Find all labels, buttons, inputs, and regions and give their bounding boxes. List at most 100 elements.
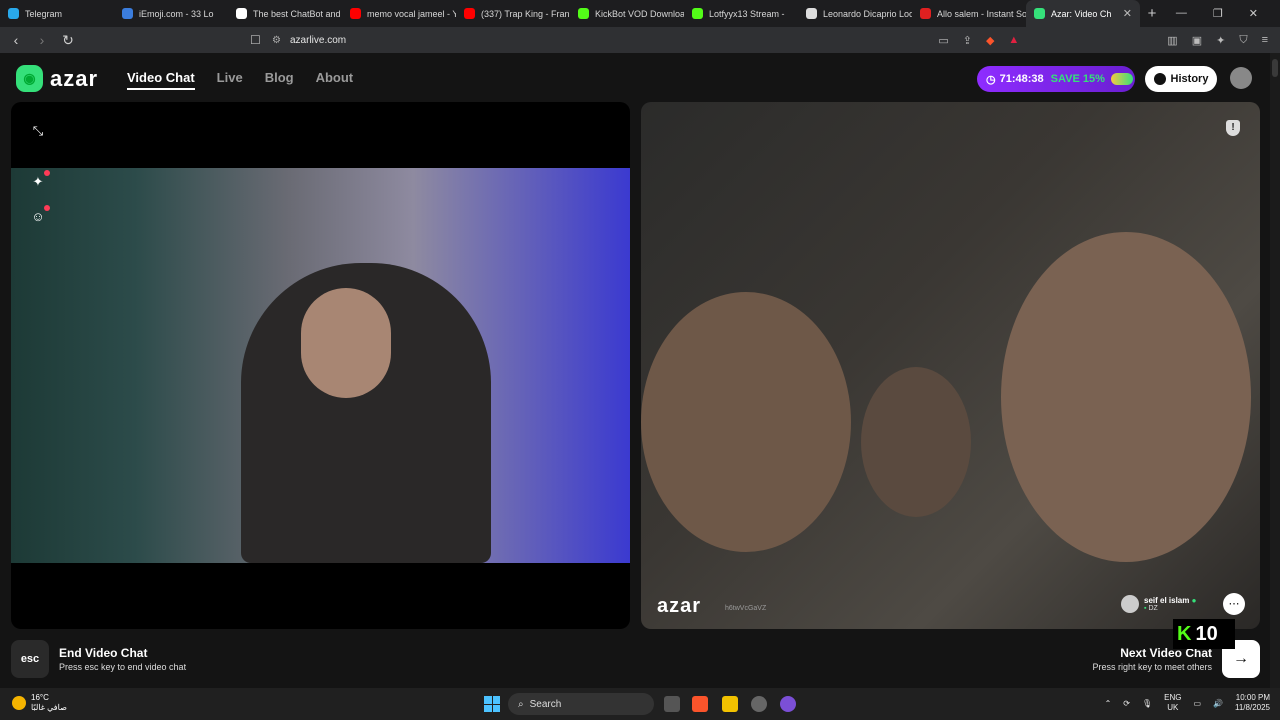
- brave-shield-icon[interactable]: ◆: [986, 34, 994, 47]
- partner-info[interactable]: seif el islam ● ▪ DZ: [1121, 595, 1196, 613]
- scrollbar-thumb[interactable]: [1272, 59, 1278, 77]
- partner-avatar: [1121, 595, 1139, 613]
- browser-tab[interactable]: The best ChatBot and: [228, 0, 342, 27]
- minimize-icon[interactable]: —: [1176, 7, 1187, 20]
- system-tray: ⌃ ⟳ 🎙 ENG UK ▭ 🔊 10:00 PM 11/8/2025: [1105, 693, 1270, 713]
- toolbar-icons: ▭ ⇪ ◆ ▲ ▥ ▣ ✦ ⛉ ≡: [938, 27, 1268, 53]
- tab-favicon-icon: [464, 8, 475, 19]
- effects-notification-dot: [44, 170, 50, 176]
- browser-tab-bar: Telegram iEmoji.com - 33 Lo The best ChatB…: [0, 0, 1280, 27]
- weather-icon: [12, 696, 26, 710]
- rewards-icon[interactable]: ▲: [1008, 34, 1019, 46]
- effects-icon[interactable]: ✦: [30, 174, 46, 190]
- azar-logo[interactable]: ◉ azar: [16, 65, 98, 92]
- forward-icon[interactable]: ›: [32, 32, 52, 48]
- promo-timer-button[interactable]: ◷ 71:48:38 SAVE 15%: [977, 66, 1135, 92]
- sync-icon[interactable]: ⟳: [1123, 699, 1130, 708]
- tab-title: Lotfyyx13 Stream -: [709, 8, 785, 19]
- minimize-video-icon[interactable]: ⤡: [30, 123, 46, 139]
- tray-overflow-icon[interactable]: ⌃: [1105, 699, 1112, 708]
- reload-icon[interactable]: ↻: [58, 32, 78, 49]
- clock-time: 10:00 PM: [1235, 693, 1270, 702]
- nav-about[interactable]: About: [316, 70, 354, 90]
- kick-overlay: K 10: [1173, 619, 1235, 649]
- self-face-shape: [301, 288, 391, 398]
- chat-button[interactable]: ⋯: [1223, 593, 1245, 615]
- browser-tab[interactable]: Lotfyyx13 Stream -: [684, 0, 798, 27]
- vpn-icon[interactable]: ⛉: [1239, 34, 1247, 47]
- taskbar-search[interactable]: ⌕ Search: [508, 693, 654, 715]
- tab-favicon-icon: [1034, 8, 1045, 19]
- leo-icon[interactable]: ✦: [1216, 34, 1225, 47]
- brave-app-icon[interactable]: [692, 696, 708, 712]
- page-scrollbar[interactable]: [1270, 53, 1280, 688]
- mask-notification-dot: [44, 205, 50, 211]
- partner-face-right: [1001, 232, 1251, 562]
- site-info-icon[interactable]: ⚙: [272, 35, 290, 46]
- mask-icon[interactable]: ☺: [30, 209, 46, 225]
- volume-icon[interactable]: 🔊: [1213, 699, 1223, 708]
- browser-tab[interactable]: (337) Trap King - Frank: [456, 0, 570, 27]
- bookmark-icon[interactable]: ☐: [250, 33, 272, 47]
- search-label: Search: [529, 698, 562, 710]
- clock[interactable]: 10:00 PM 11/8/2025: [1235, 693, 1270, 713]
- partner-face-center: [861, 367, 971, 517]
- cast-icon[interactable]: ▭: [938, 34, 948, 47]
- end-chat-button[interactable]: esc: [11, 640, 49, 678]
- window-controls: — ❐ ✕: [1176, 7, 1280, 20]
- tab-favicon-icon: [350, 8, 361, 19]
- address-bar: ‹ › ↻ ☐ ⚙ azarlive.com ▭ ⇪ ◆ ▲ ▥ ▣ ✦ ⛉ ≡: [0, 27, 1280, 53]
- report-icon[interactable]: !: [1226, 120, 1240, 136]
- save-badge: SAVE 15%: [1050, 73, 1105, 85]
- partner-face-left: [641, 292, 851, 552]
- start-icon[interactable]: [484, 696, 500, 712]
- maximize-icon[interactable]: ❐: [1213, 7, 1223, 20]
- browser-tab[interactable]: memo vocal jameel - Y: [342, 0, 456, 27]
- tab-favicon-icon: [236, 8, 247, 19]
- new-tab-button[interactable]: +: [1140, 5, 1164, 22]
- sidebar-icon[interactable]: ▥: [1167, 34, 1177, 47]
- browser-tab[interactable]: Allo salem - Instant So: [912, 0, 1026, 27]
- tab-favicon-icon: [806, 8, 817, 19]
- next-chat-hint: Press right key to meet others: [1092, 662, 1212, 672]
- azar-watermark: azar: [657, 595, 702, 617]
- language-indicator[interactable]: ENG UK: [1164, 693, 1181, 713]
- tab-title: Allo salem - Instant So: [937, 8, 1026, 19]
- nav-live[interactable]: Live: [217, 70, 243, 90]
- obs-app-icon[interactable]: [751, 696, 767, 712]
- azar-page: ◉ azar Video Chat Live Blog About ◷ 71:4…: [0, 53, 1270, 688]
- browser-tab[interactable]: Leonardo Dicaprio Loo: [798, 0, 912, 27]
- messenger-app-icon[interactable]: [780, 696, 796, 712]
- tab-title: Telegram: [25, 8, 63, 19]
- browser-tab[interactable]: Azar: Video Ch ✕: [1026, 0, 1140, 27]
- url-field[interactable]: ☐ ⚙ azarlive.com: [250, 29, 1000, 51]
- browser-tab[interactable]: KickBot VOD Downloa: [570, 0, 684, 27]
- wallet-icon[interactable]: ▣: [1192, 34, 1202, 47]
- close-tab-icon[interactable]: ✕: [1123, 7, 1132, 20]
- task-view-icon[interactable]: [664, 696, 680, 712]
- tab-title: (337) Trap King - Frank: [481, 8, 570, 19]
- history-button[interactable]: History: [1145, 66, 1217, 92]
- menu-icon[interactable]: ≡: [1262, 34, 1268, 46]
- weather-widget[interactable]: 16°C صافي غالبًا: [12, 693, 67, 713]
- tab-title: memo vocal jameel - Y: [367, 8, 456, 19]
- nav-blog[interactable]: Blog: [265, 70, 294, 90]
- mic-icon[interactable]: 🎙: [1142, 699, 1152, 708]
- back-icon[interactable]: ‹: [6, 32, 26, 48]
- browser-tab[interactable]: iEmoji.com - 33 Lo: [114, 0, 228, 27]
- network-icon[interactable]: ▭: [1193, 699, 1201, 708]
- partner-country: DZ: [1148, 605, 1158, 612]
- self-video-panel: ⤡ ✦ ☺: [11, 102, 630, 629]
- file-explorer-icon[interactable]: [722, 696, 738, 712]
- partner-video-panel: ! azar h6twVcGaVZ seif el islam ● ▪ DZ ⋯: [641, 102, 1260, 629]
- browser-tab[interactable]: Telegram: [0, 0, 114, 27]
- kick-counter: 10: [1195, 622, 1218, 645]
- tab-favicon-icon: [692, 8, 703, 19]
- share-icon[interactable]: ⇪: [963, 34, 972, 47]
- tab-title: Leonardo Dicaprio Loo: [823, 8, 912, 19]
- search-icon: ⌕: [518, 698, 524, 710]
- nav-video-chat[interactable]: Video Chat: [127, 70, 195, 90]
- weather-condition: صافي غالبًا: [31, 703, 67, 712]
- close-window-icon[interactable]: ✕: [1249, 7, 1258, 20]
- profile-avatar[interactable]: [1230, 67, 1252, 89]
